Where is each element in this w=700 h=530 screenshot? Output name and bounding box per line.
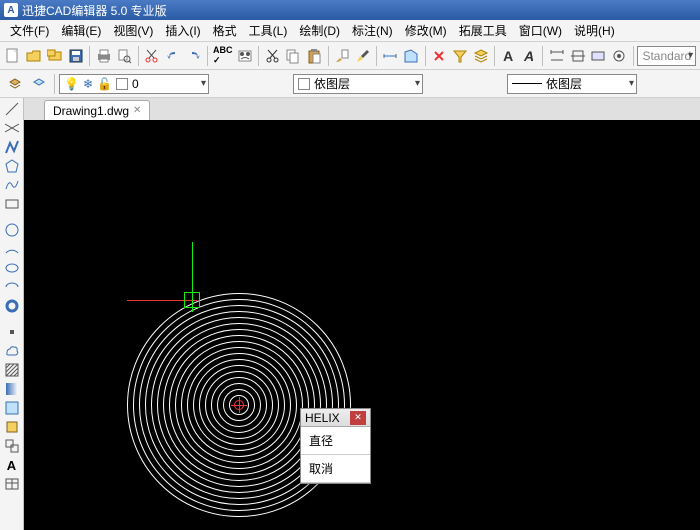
menu-file[interactable]: 文件(F): [4, 20, 55, 41]
menu-format[interactable]: 格式: [207, 20, 243, 41]
helix-popup: HELIX ✕ 直径 取消: [300, 408, 371, 484]
style-dropdown[interactable]: Standard: [637, 46, 696, 66]
textstyle-icon[interactable]: A: [499, 45, 518, 67]
tab-drawing1[interactable]: Drawing1.dwg ✕: [44, 100, 150, 120]
open-icon[interactable]: [25, 45, 44, 67]
menu-window[interactable]: 窗口(W): [513, 20, 568, 41]
menu-insert[interactable]: 插入(I): [159, 20, 206, 41]
layerstate-icon[interactable]: [28, 73, 50, 95]
menu-help[interactable]: 说明(H): [568, 20, 621, 41]
print-icon[interactable]: [94, 45, 113, 67]
pline-icon[interactable]: [2, 138, 22, 156]
find-icon[interactable]: [235, 45, 254, 67]
toolbar-standard: ABC✓ A A Standard: [0, 42, 700, 70]
region-icon[interactable]: [2, 399, 22, 417]
area-icon[interactable]: [402, 45, 421, 67]
text-icon[interactable]: A: [2, 456, 22, 474]
textstyle2-icon[interactable]: A: [520, 45, 539, 67]
color-swatch: [116, 78, 128, 90]
table-icon[interactable]: [2, 475, 22, 493]
print-preview-icon[interactable]: [115, 45, 134, 67]
polygon-icon[interactable]: [2, 157, 22, 175]
copy-icon[interactable]: [284, 45, 303, 67]
brush-icon[interactable]: [353, 45, 372, 67]
arc-icon[interactable]: [2, 240, 22, 258]
layer-filter-icon[interactable]: [450, 45, 469, 67]
draw-palette: A: [0, 98, 24, 530]
block-icon[interactable]: [2, 418, 22, 436]
line-icon[interactable]: [2, 100, 22, 118]
linetype-dropdown[interactable]: 依图层: [507, 74, 637, 94]
ellipsearc-icon[interactable]: [2, 278, 22, 296]
helix-cancel-option[interactable]: 取消: [301, 455, 370, 483]
center-marker-circle: [234, 400, 244, 410]
insert-icon[interactable]: [2, 437, 22, 455]
menu-ext[interactable]: 拓展工具: [453, 20, 513, 41]
close-icon[interactable]: ✕: [133, 105, 141, 116]
dim3-icon[interactable]: [589, 45, 608, 67]
layermgr-icon[interactable]: [4, 73, 26, 95]
menu-tools[interactable]: 工具(L): [243, 20, 294, 41]
save-icon[interactable]: [66, 45, 85, 67]
spline-icon[interactable]: [2, 176, 22, 194]
menu-bar: 文件(F) 编辑(E) 视图(V) 插入(I) 格式 工具(L) 绘制(D) 标…: [0, 20, 700, 42]
point-icon[interactable]: [2, 323, 22, 341]
color-swatch2: [298, 78, 310, 90]
menu-modify[interactable]: 修改(M): [399, 20, 453, 41]
match-icon[interactable]: [332, 45, 351, 67]
document-tabs: Drawing1.dwg ✕: [24, 98, 700, 120]
ellipse-icon[interactable]: [2, 259, 22, 277]
donut-icon[interactable]: [2, 297, 22, 315]
lock-icon: 🔓: [97, 77, 112, 91]
undo-icon[interactable]: [163, 45, 182, 67]
redo-icon[interactable]: [184, 45, 203, 67]
menu-dim[interactable]: 标注(N): [346, 20, 399, 41]
close-icon[interactable]: ✕: [350, 411, 366, 425]
pickbox: [184, 292, 200, 308]
circle-icon[interactable]: [2, 221, 22, 239]
dim2-icon[interactable]: [568, 45, 587, 67]
cut2-icon[interactable]: [263, 45, 282, 67]
menu-draw[interactable]: 绘制(D): [293, 20, 346, 41]
erase-icon[interactable]: [429, 45, 448, 67]
xline-icon[interactable]: [2, 119, 22, 137]
paste-icon[interactable]: [305, 45, 324, 67]
hatch-cloud-icon[interactable]: [2, 342, 22, 360]
helix-popup-title: HELIX ✕: [301, 409, 370, 427]
menu-edit[interactable]: 编辑(E): [55, 20, 107, 41]
dim1-icon[interactable]: [547, 45, 566, 67]
spell-icon[interactable]: ABC✓: [212, 45, 234, 67]
toolbar-layers: 💡 ❄ 🔓 0 依图层 依图层: [0, 70, 700, 98]
line-preview: [512, 83, 542, 84]
app-title: 迅捷CAD编辑器 5.0 专业版: [22, 2, 167, 19]
bulb-icon: 💡: [64, 77, 79, 91]
hatch-icon[interactable]: [2, 361, 22, 379]
dist-icon[interactable]: [381, 45, 400, 67]
helix-diameter-option[interactable]: 直径: [301, 427, 370, 455]
rect-icon[interactable]: [2, 195, 22, 213]
drawing-canvas[interactable]: HELIX ✕ 直径 取消: [24, 120, 700, 530]
open-multi-icon[interactable]: [46, 45, 65, 67]
new-icon[interactable]: [4, 45, 23, 67]
app-icon: A: [4, 3, 18, 17]
dim4-icon[interactable]: [610, 45, 629, 67]
layers-icon[interactable]: [471, 45, 490, 67]
menu-view[interactable]: 视图(V): [107, 20, 159, 41]
sun-icon: ❄: [83, 77, 93, 91]
gradient-icon[interactable]: [2, 380, 22, 398]
layer-dropdown[interactable]: 💡 ❄ 🔓 0: [59, 74, 209, 94]
cut-icon[interactable]: [143, 45, 162, 67]
title-bar: A 迅捷CAD编辑器 5.0 专业版: [0, 0, 700, 20]
color-dropdown[interactable]: 依图层: [293, 74, 423, 94]
